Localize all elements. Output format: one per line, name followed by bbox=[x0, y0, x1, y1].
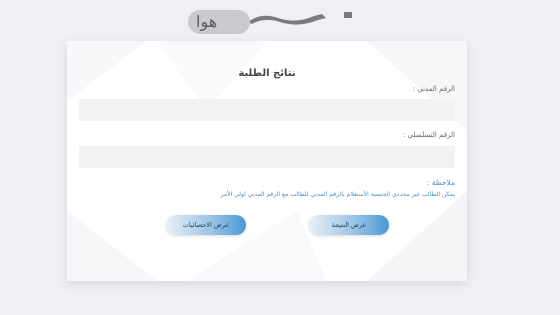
civil-id-label: الرقم المدني : bbox=[412, 85, 455, 93]
serial-number-label: الرقم التسلسلي : bbox=[403, 131, 455, 139]
show-statistics-button[interactable]: عرض الاحصائيات bbox=[166, 215, 246, 235]
show-result-button[interactable]: عرض النتيجة bbox=[309, 215, 389, 235]
site-logo: هوا bbox=[186, 4, 356, 34]
logo-text: هوا bbox=[196, 12, 218, 31]
serial-number-input[interactable] bbox=[79, 146, 455, 168]
results-form-card: نتائج الطلبة الرقم المدني : الرقم التسلس… bbox=[67, 41, 467, 281]
page-title: نتائج الطلبة bbox=[238, 68, 296, 79]
note-text: يمكن للطالب غير محددي الجنسية الأستعلام … bbox=[220, 191, 455, 198]
civil-id-input[interactable] bbox=[79, 99, 455, 121]
note-title: ملاحظة : bbox=[426, 178, 455, 187]
